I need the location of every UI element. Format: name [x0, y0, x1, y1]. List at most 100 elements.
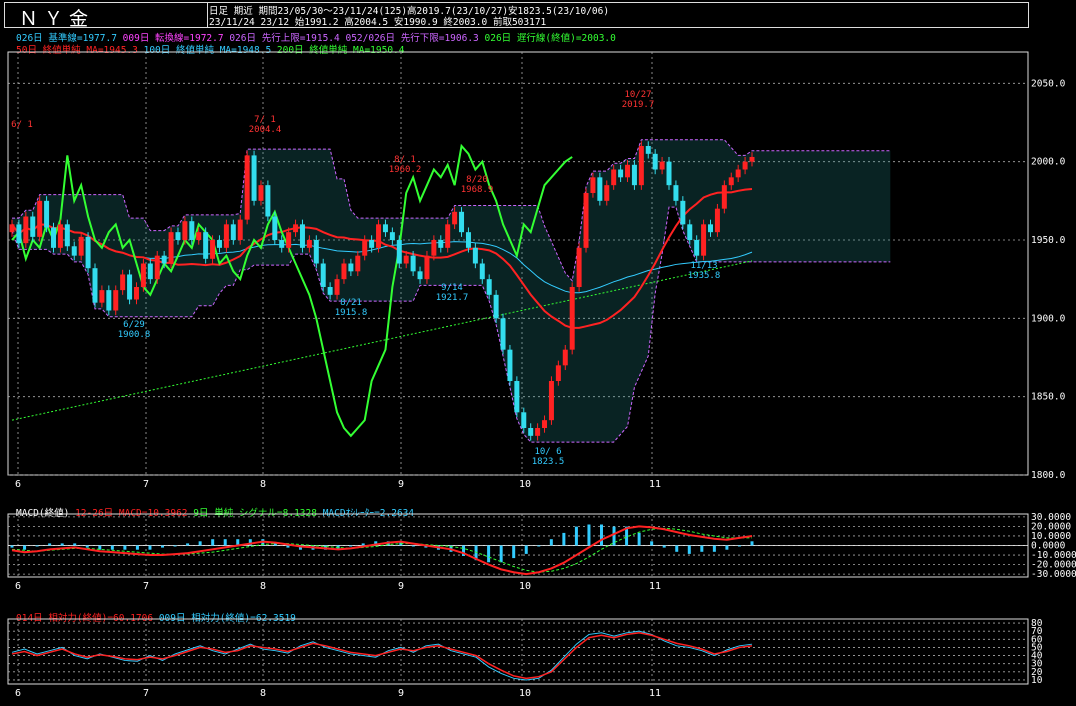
candle-body-60 — [424, 255, 430, 280]
candle-body-68 — [479, 263, 485, 280]
candle-body-22 — [161, 255, 167, 264]
annotation-date-3: 8/20 — [466, 175, 488, 185]
candle-body-49 — [348, 263, 354, 272]
candle-body-56 — [396, 240, 402, 264]
candle-body-19 — [140, 263, 146, 287]
candle-body-101 — [708, 224, 714, 233]
candle-body-106 — [742, 161, 748, 170]
candle-body-38 — [272, 216, 278, 240]
candle-body-98 — [687, 224, 693, 240]
candle-body-14 — [106, 290, 112, 311]
macd-panel-xtick-label-1: 7 — [143, 581, 149, 592]
candle-body-2 — [23, 216, 29, 244]
macd-osc-bar-58 — [737, 545, 741, 547]
candle-body-17 — [127, 274, 133, 300]
price-panel-ytick-label-2: 1950.0 — [1031, 235, 1066, 246]
price-panel-ytick-label-4: 1850.0 — [1031, 392, 1066, 403]
candle-body-59 — [417, 271, 423, 280]
candle-body-104 — [728, 177, 734, 186]
macd-osc-bar-52 — [662, 545, 666, 548]
annotation-value-4: 2019.7 — [622, 100, 655, 110]
candle-body-28 — [203, 232, 209, 259]
candle-body-77 — [542, 420, 548, 428]
candle-body-99 — [694, 240, 700, 256]
rsi-panel-xtick-label-1: 7 — [143, 688, 149, 699]
price-panel-xtick-label-2: 8 — [260, 479, 266, 490]
candle-body-92 — [645, 146, 651, 154]
candle-body-20 — [147, 263, 153, 280]
macd-osc-bar-56 — [712, 545, 716, 552]
annotation-value-5: 1900.8 — [118, 330, 151, 340]
macd-osc-bar-51 — [650, 541, 654, 546]
candle-body-69 — [486, 279, 492, 295]
annotation-date-0: 7/ 1 — [254, 115, 276, 125]
price-panel-xtick-label-0: 6 — [15, 479, 21, 490]
price-panel-xtick-label-3: 9 — [398, 479, 404, 490]
macd-osc-bar-55 — [700, 545, 704, 552]
candle-body-11 — [85, 236, 91, 269]
candle-body-45 — [320, 263, 326, 287]
candle-body-89 — [625, 164, 631, 178]
annotation-date-4: 10/27 — [624, 90, 651, 100]
candle-body-34 — [244, 155, 250, 220]
candle-body-15 — [113, 290, 119, 311]
macd-osc-bar-11 — [148, 545, 152, 550]
candle-body-86 — [604, 185, 610, 201]
macd-osc-bar-5 — [73, 543, 77, 546]
macd-panel-ytick-label-6: -30.0000 — [1031, 569, 1076, 580]
macd-panel-xtick-label-4: 10 — [519, 581, 531, 592]
candle-body-87 — [611, 169, 617, 186]
price-panel-xtick-label-1: 7 — [143, 479, 149, 490]
macd-osc-bar-32 — [411, 545, 415, 547]
macd-panel-xtick-label-2: 8 — [260, 581, 266, 592]
annotation-date-1: 6/ 1 — [11, 120, 33, 130]
candle-body-47 — [334, 279, 340, 295]
candle-body-75 — [528, 428, 534, 436]
candle-body-35 — [251, 155, 257, 201]
candle-body-72 — [507, 349, 513, 381]
candle-body-74 — [521, 412, 527, 428]
macd-osc-bar-9 — [123, 545, 127, 550]
candle-body-65 — [459, 211, 465, 233]
macd-osc-bar-15 — [198, 541, 202, 546]
candle-body-71 — [500, 318, 506, 350]
annotation-value-2: 1960.2 — [389, 165, 422, 175]
candle-body-80 — [562, 349, 568, 366]
candle-body-33 — [237, 219, 243, 240]
candle-body-103 — [721, 185, 727, 209]
candle-body-107 — [749, 156, 755, 162]
candle-body-6 — [50, 227, 56, 248]
macd-panel-xtick-label-3: 9 — [398, 581, 404, 592]
macd-osc-bar-50 — [637, 532, 641, 546]
candle-body-5 — [44, 200, 50, 228]
candle-body-102 — [714, 208, 720, 233]
candle-body-46 — [327, 287, 333, 295]
macd-osc-bar-38 — [487, 545, 491, 563]
candle-body-27 — [196, 232, 202, 240]
candle-body-57 — [403, 255, 409, 264]
candle-body-23 — [168, 232, 174, 264]
candle-body-8 — [64, 224, 70, 247]
macd-osc-bar-27 — [349, 545, 353, 547]
macd-osc-bar-4 — [60, 543, 64, 546]
candle-body-96 — [673, 185, 679, 201]
macd-osc-bar-14 — [186, 543, 190, 546]
candle-body-63 — [445, 224, 451, 248]
candle-body-90 — [631, 164, 637, 186]
macd-osc-bar-41 — [524, 545, 528, 554]
candle-body-39 — [279, 240, 285, 248]
candle-body-91 — [638, 146, 644, 186]
annotation-date-5: 6/29 — [123, 320, 145, 330]
chart-canvas: 2050.0 2000.0 1950.0 1900.0 1850.0 1800.0 6 7 8 9… — [7, 51, 1076, 699]
candle-body-70 — [493, 294, 499, 319]
macd-osc-bar-17 — [223, 539, 227, 546]
rsi-panel-xtick-label-3: 9 — [398, 688, 404, 699]
candle-body-50 — [355, 255, 361, 272]
price-panel-ytick-label-0: 2050.0 — [1031, 78, 1066, 89]
candle-body-81 — [569, 287, 575, 350]
annotation-date-2: 8/ 1 — [394, 155, 416, 165]
macd-osc-bar-47 — [599, 524, 603, 546]
macd-osc-bar-8 — [110, 545, 114, 550]
candle-body-0 — [9, 224, 15, 233]
macd-osc-bar-22 — [286, 545, 290, 548]
